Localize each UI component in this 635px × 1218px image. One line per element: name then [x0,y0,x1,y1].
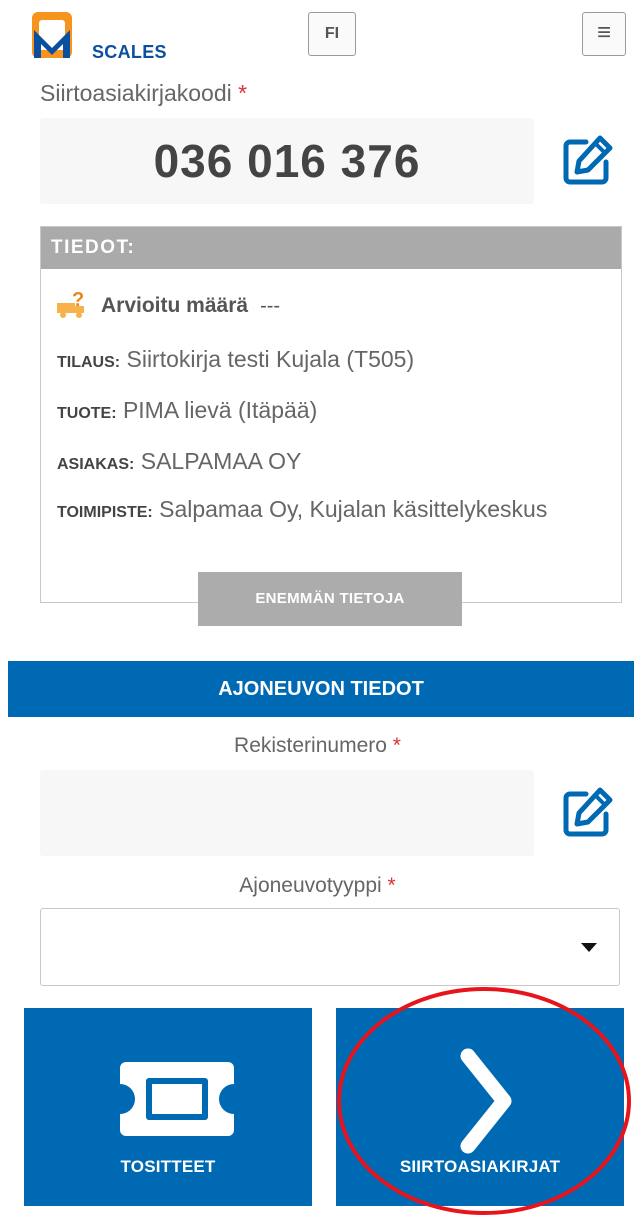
logo-text: SCALES [92,42,167,62]
language-button[interactable]: FI [308,12,356,56]
customer-key: ASIAKAS: [57,456,135,473]
order-value: Siirtokirja testi Kujala (T505) [126,346,415,372]
site-value: Salpamaa Oy, Kujalan käsittelykeskus [159,496,548,522]
product-value: PIMA lievä (Itäpää) [122,397,318,423]
estimated-amount-label: Arvioitu määrä [101,294,249,317]
more-info-button[interactable]: ENEMMÄN TIETOJA [198,572,462,626]
customer-line: ASIAKAS: SALPAMAA OY [57,446,612,480]
estimated-amount-row: ? Arvioitu määrä --- [55,291,280,321]
svg-text:?: ? [72,291,84,311]
required-mark: * [238,80,248,106]
edit-pencil-icon[interactable] [560,132,616,188]
transfer-documents-label: SIIRTOASIAKIRJAT [399,1157,561,1176]
site-line: TOIMIPISTE: Salpamaa Oy, Kujalan käsitte… [57,494,612,528]
vehicle-type-label: Ajoneuvotyyppi * [239,874,396,897]
product-line: TUOTE: PIMA lievä (Itäpää) [57,395,612,429]
site-key: TOIMIPISTE: [57,504,153,521]
edit-pencil-icon[interactable] [560,784,616,840]
truck-question-icon: ? [57,291,84,318]
customer-value: SALPAMAA OY [140,448,302,474]
required-mark: * [387,874,396,897]
product-key: TUOTE: [57,405,117,422]
estimated-amount-value: --- [260,294,281,317]
info-panel: TIEDOT: ? Arvioitu määrä --- TILAUS: Sii… [40,226,622,603]
transfer-code-label: Siirtoasiakirjakoodi * [40,80,248,106]
vehicle-section-title: AJONEUVON TIEDOT [8,661,634,717]
receipts-label: TOSITTEET [120,1157,216,1176]
hamburger-menu-icon[interactable]: ≡ [582,12,626,56]
info-heading: TIEDOT: [41,227,621,269]
registration-label: Rekisterinumero * [234,734,401,757]
transfer-code-value: 036 016 376 [40,118,534,204]
caret-down-icon [581,943,597,952]
required-mark: * [392,734,401,757]
vehicle-type-select[interactable] [40,908,620,986]
mscales-logo[interactable]: SCALES [30,10,167,62]
logo-mark [32,12,72,58]
order-line: TILAUS: Siirtokirja testi Kujala (T505) [57,344,612,378]
order-key: TILAUS: [57,354,121,371]
ticket-icon [120,1062,234,1136]
registration-number-field[interactable] [40,770,534,856]
chevron-right-icon [460,1048,512,1154]
transfer-documents-button[interactable]: SIIRTOASIAKIRJAT [336,1008,624,1206]
receipts-button[interactable]: TOSITTEET [24,1008,312,1206]
